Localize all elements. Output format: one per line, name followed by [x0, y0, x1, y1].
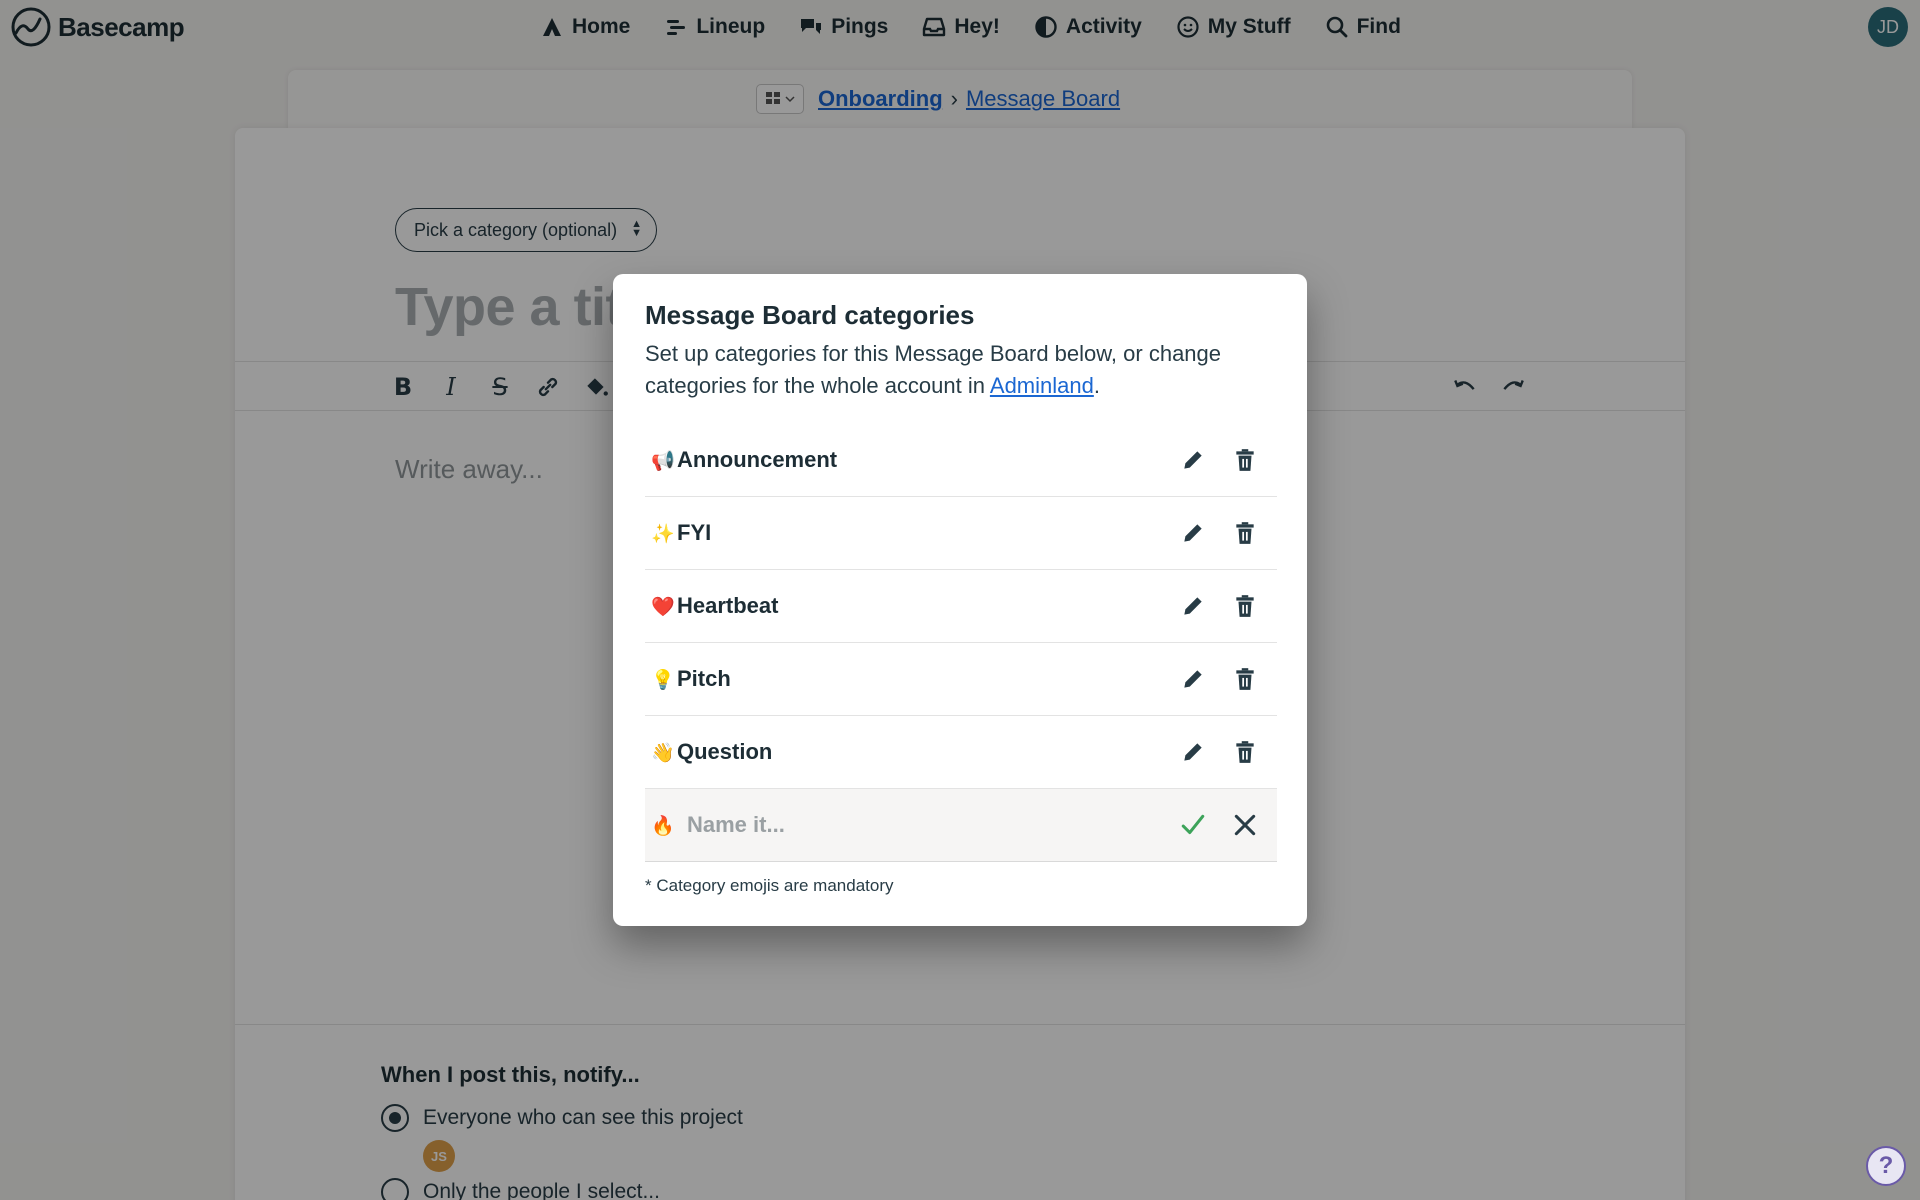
- list-item: ❤️ Heartbeat: [645, 570, 1277, 643]
- sparkles-icon: ✨: [651, 522, 675, 545]
- pencil-icon: [1184, 597, 1202, 615]
- delete-category-button[interactable]: [1231, 446, 1259, 474]
- modal-title: Message Board categories: [645, 300, 975, 330]
- pencil-icon: [1184, 743, 1202, 761]
- trash-icon: [1236, 668, 1254, 690]
- modal-description: Set up categories for this Message Board…: [645, 338, 1265, 402]
- close-icon: [1234, 814, 1256, 836]
- category-name: Announcement: [677, 447, 838, 472]
- new-category-row: 🔥: [645, 789, 1277, 862]
- checkmark-icon: [1181, 814, 1205, 835]
- edit-category-button[interactable]: [1179, 665, 1207, 693]
- edit-category-button[interactable]: [1179, 592, 1207, 620]
- fire-icon[interactable]: 🔥: [651, 814, 677, 837]
- list-item: 💡 Pitch: [645, 643, 1277, 716]
- delete-category-button[interactable]: [1231, 665, 1259, 693]
- list-item: 👋 Question: [645, 716, 1277, 789]
- trash-icon: [1236, 449, 1254, 471]
- list-item: ✨ FYI: [645, 497, 1277, 570]
- help-button[interactable]: ?: [1866, 1146, 1906, 1186]
- adminland-link[interactable]: Adminland: [990, 373, 1094, 398]
- pencil-icon: [1184, 524, 1202, 542]
- category-name: FYI: [677, 520, 712, 545]
- modal-description-end: .: [1093, 373, 1100, 398]
- megaphone-icon: 📢: [651, 449, 675, 472]
- heart-icon: ❤️: [651, 595, 675, 618]
- pencil-icon: [1184, 451, 1202, 469]
- category-list: 📢 Announcement ✨ FYI ❤️ Heartbeat 💡 Pitc…: [645, 424, 1277, 862]
- new-category-name-input[interactable]: [687, 812, 1127, 838]
- save-category-button[interactable]: [1179, 811, 1207, 839]
- trash-icon: [1236, 595, 1254, 617]
- delete-category-button[interactable]: [1231, 519, 1259, 547]
- category-name: Question: [677, 739, 773, 764]
- category-name: Pitch: [677, 666, 731, 691]
- delete-category-button[interactable]: [1231, 738, 1259, 766]
- pencil-icon: [1184, 670, 1202, 688]
- edit-category-button[interactable]: [1179, 738, 1207, 766]
- edit-category-button[interactable]: [1179, 446, 1207, 474]
- edit-category-button[interactable]: [1179, 519, 1207, 547]
- trash-icon: [1236, 741, 1254, 763]
- categories-modal: Message Board categories Set up categori…: [613, 274, 1307, 926]
- category-name: Heartbeat: [677, 593, 779, 618]
- lightbulb-icon: 💡: [651, 668, 675, 691]
- modal-description-text: Set up categories for this Message Board…: [645, 341, 1222, 398]
- waving-hand-icon: 👋: [651, 741, 675, 764]
- trash-icon: [1236, 522, 1254, 544]
- footnote: * Category emojis are mandatory: [645, 876, 894, 895]
- cancel-category-button[interactable]: [1231, 811, 1259, 839]
- delete-category-button[interactable]: [1231, 592, 1259, 620]
- list-item: 📢 Announcement: [645, 424, 1277, 497]
